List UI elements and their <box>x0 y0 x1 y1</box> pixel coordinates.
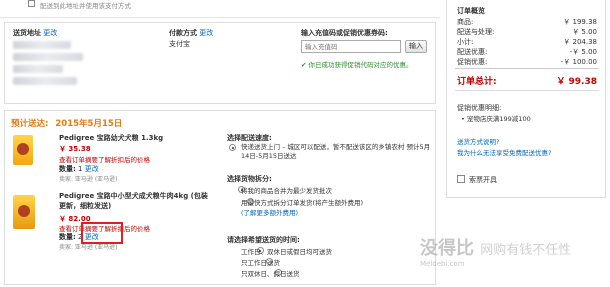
check-icon: ✔ <box>301 61 307 69</box>
payment-method: 支付宝 <box>169 40 190 48</box>
delivery-time-option-weekend[interactable]: 只双休日、假日送货 <box>241 268 300 278</box>
top-checkbox[interactable] <box>28 0 35 7</box>
watermark: 没得比 网购有钱不任性 Meidebi.com <box>420 234 571 268</box>
shipping-address-block: 送货地址 更改 <box>13 28 57 38</box>
summary-divider <box>455 68 599 69</box>
item-quantity-row: 数量: 1 更改 <box>59 164 99 174</box>
delivery-speed-option[interactable]: 快递送货上门 – 城区可以配送，暂不配送该区的乡镇农村 预计5月14日-5月15… <box>241 143 431 161</box>
top-option-label: 配送到此地址并使用该支付方式 <box>40 2 131 10</box>
delivery-time-title: 请选择希望送货的时间: <box>227 236 300 244</box>
payment-edit-link[interactable]: 更改 <box>199 29 213 37</box>
delivery-speed-title: 选择配送速度: <box>227 134 272 142</box>
product-image-adult-food[interactable] <box>13 195 35 229</box>
shipping-info-link[interactable]: 送货方式说明? <box>457 136 499 146</box>
coupon-success-message: 你已成功获得促销代码对应的优惠。 <box>308 61 413 69</box>
watermark-logo: 没得比 <box>420 238 474 259</box>
coupon-success-row: ✔ 你已成功获得促销代码对应的优惠。 <box>301 59 413 69</box>
promo-details-title: 促销优惠明细: <box>457 104 502 112</box>
delivery-time-option-weekday[interactable]: 只工作日送货 <box>241 257 280 267</box>
payment-label: 付款方式 <box>169 29 197 37</box>
shipment-grouping-title: 选择货物拆分: <box>227 175 272 183</box>
blurred-address <box>13 41 71 49</box>
highlight-box <box>81 222 123 244</box>
promo-item: • 宠物店庆满199减100 <box>461 115 531 123</box>
watermark-url: Meidebi.com <box>420 260 465 268</box>
quantity-label: 数量: <box>59 165 76 173</box>
summary-row-value: -￥ 5.00 <box>569 48 597 56</box>
blurred-address <box>13 53 83 61</box>
estimate-delivery: 预计送达: 2015年5月15日 <box>11 117 122 129</box>
quantity-value: 1 <box>78 165 83 173</box>
summary-row-label: 配送与处理: <box>457 28 495 36</box>
grouping-option-combine[interactable]: 将我的商品合并为最少发货批次 <box>241 185 332 195</box>
estimate-label: 预计送达: <box>11 119 49 129</box>
grouping-option-split[interactable]: 用最快方式拆分订单发货(将产生额外费用) <box>241 197 363 207</box>
coupon-apply-button[interactable]: 输入 <box>405 40 427 53</box>
summary-divider <box>455 90 599 91</box>
item-coupon-note[interactable]: 查看订单摘要了解折扣后的价格 <box>59 154 150 164</box>
summary-row-label: 小计: <box>457 38 474 46</box>
invoice-checkbox[interactable] <box>457 175 465 183</box>
order-total-value: ￥ 99.38 <box>556 77 597 87</box>
summary-row-label: 配送优惠: <box>457 48 488 56</box>
summary-row-value: ￥ 199.38 <box>563 18 597 26</box>
estimate-date: 2015年5月15日 <box>55 119 123 129</box>
summary-row-label: 促销优惠: <box>457 58 488 66</box>
invoice-label: 索票开具 <box>469 176 497 184</box>
free-shipping-help-link[interactable]: 我为什么无法享受免费配送优惠? <box>457 147 551 157</box>
delivery-time-option-any[interactable]: 工作日、双休日或假日均可送货 <box>241 246 332 256</box>
summary-row-value: ￥ 5.00 <box>572 28 597 36</box>
item-name[interactable]: Pedigree 宝路中小型犬成犬粮牛肉4kg (包装更新，细粒发送) <box>59 191 209 211</box>
quantity-label: 数量: <box>59 233 76 241</box>
quantity-edit-link[interactable]: 更改 <box>85 165 99 173</box>
item-name[interactable]: Pedigree 宝路幼犬犬粮 1.3kg <box>59 133 163 143</box>
delivery-speed-radio[interactable] <box>229 144 236 151</box>
order-total-label: 订单总计: <box>457 77 497 87</box>
checkout-info-panel: 送货地址 更改 付款方式 更改 支付宝 输入充值码或促销优惠券码: 输入 ✔ 你… <box>4 22 436 104</box>
coupon-title: 输入充值码或促销优惠券码: <box>301 29 388 37</box>
item-price: ￥ 35.38 <box>59 145 91 153</box>
coupon-code-input[interactable] <box>301 40 401 53</box>
order-summary-panel: 订单概览 商品: ￥ 199.38 配送与处理: ￥ 5.00 小计: ￥ 20… <box>446 0 606 198</box>
summary-row-value: ￥ 204.38 <box>563 38 597 46</box>
summary-row-value: -￥ 100.00 <box>560 58 597 66</box>
watermark-slogan: 网购有钱不任性 <box>480 243 572 258</box>
summary-title: 订单概览 <box>457 7 485 15</box>
shipping-address-label: 送货地址 <box>13 29 41 37</box>
product-image-puppy-food[interactable] <box>13 135 33 165</box>
order-items-panel: 预计送达: 2015年5月15日 Pedigree 宝路幼犬犬粮 1.3kg ￥… <box>4 110 436 285</box>
blurred-address <box>13 77 77 85</box>
shipping-address-edit-link[interactable]: 更改 <box>43 29 57 37</box>
payment-block: 付款方式 更改 <box>169 28 213 38</box>
grouping-fee-link[interactable]: (了解更多额外费用) <box>241 207 298 217</box>
item-seller: 卖家: 亚马逊 (亚马逊) <box>59 176 118 183</box>
blurred-address <box>13 65 63 73</box>
summary-row-label: 商品: <box>457 18 474 26</box>
